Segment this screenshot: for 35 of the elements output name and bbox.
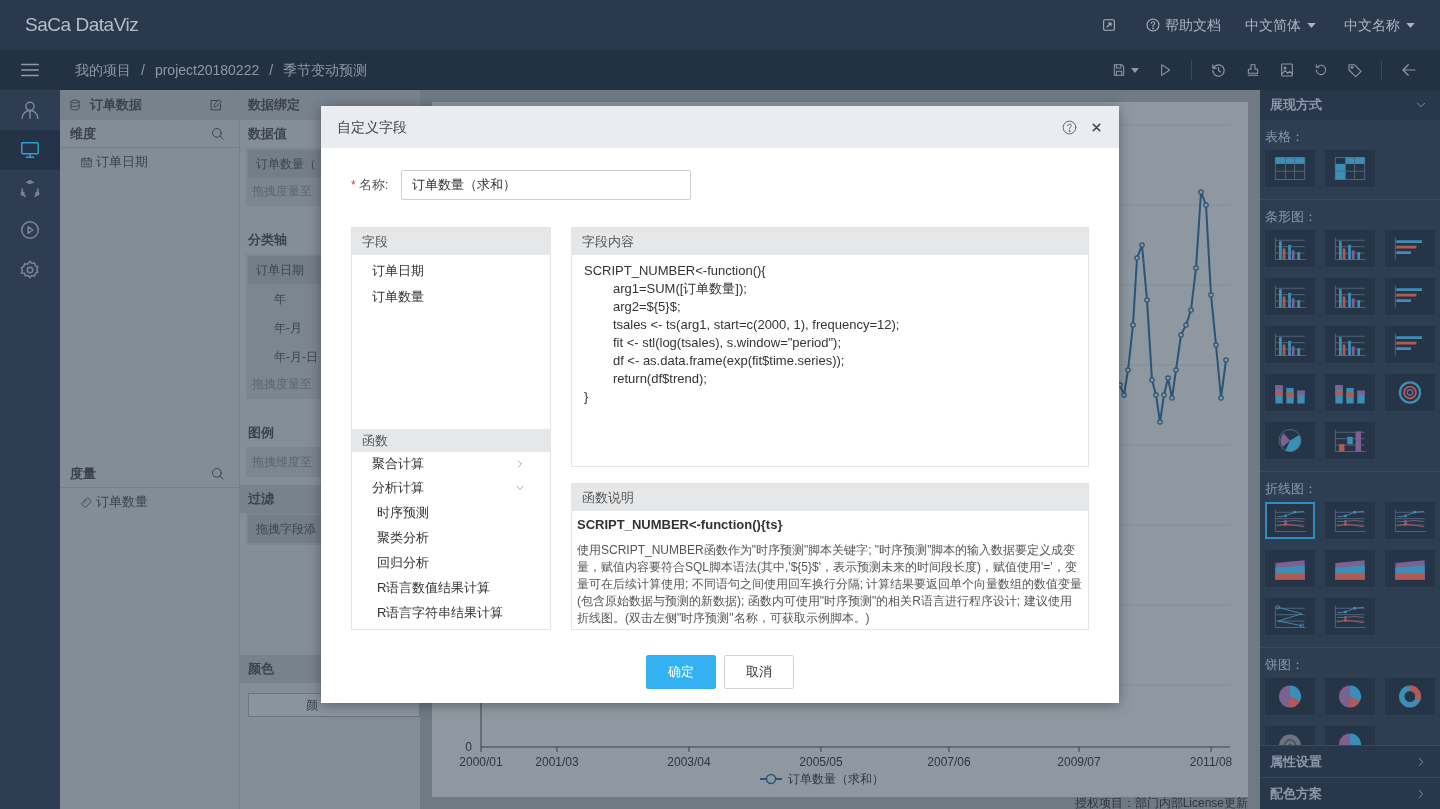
panel-title: 展现方式 [1270, 96, 1322, 115]
group-label: 表格： [1265, 128, 1304, 147]
app-logo: SaCa DataViz [25, 12, 139, 37]
dialog-title: 自定义字段 [337, 117, 407, 137]
axis-label: 2000/01 [459, 755, 503, 769]
section-label: 过滤 [248, 490, 274, 509]
group-label: 饼图： [1265, 656, 1304, 675]
section-label: 数据值 [248, 125, 287, 144]
field-label: 名称: [358, 176, 389, 195]
axis-label: 2005/05 [799, 755, 843, 769]
required-mark: * [351, 177, 356, 194]
box-title: 函数说明 [582, 488, 634, 507]
section-label: 分类轴 [248, 231, 287, 250]
breadcrumb-separator: / [141, 60, 145, 80]
section-label: 度量 [70, 464, 96, 483]
function-signature: SCRIPT_NUMBER<-function(){ts} [577, 516, 784, 534]
group-label: 条形图： [1265, 208, 1317, 227]
panel-title: 订单数据 [90, 96, 142, 115]
group-label: 折线图： [1265, 480, 1317, 499]
panel-title: 数据绑定 [248, 96, 300, 115]
breadcrumb-separator: / [269, 60, 274, 80]
axis-label: 2009/07 [1057, 755, 1101, 769]
section-label: 图例 [248, 424, 274, 443]
box-title: 字段内容 [582, 232, 634, 251]
axis-label: 2011/08 [1189, 755, 1233, 769]
axis-label: 2007/06 [927, 755, 971, 769]
box-title: 字段 [362, 232, 388, 251]
axis-label: 0 [465, 740, 472, 754]
license-text: 授权项目：部门内部License更新 [1074, 797, 1248, 809]
description-text: 使用SCRIPT_NUMBER函数作为"时序预测"脚本关键字; "时序预测"脚本的输入数据要定义成变量，赋值内容要符合SQL脚本语法(其中,'${5}$'，表示预测未来的时间段长度)，赋值使用'='，变量可在后续计算使用; 不同语句之间使用回车换行分隔; 计算结果要返回单个向量数组的数值变量(包含原始数据与预测的新数据); 函数内可使用"时序预测"的相关R语言进行程序设计; 建议使用折线图。(双击左侧"时序预测"名称，可获取示例脚本。) [577, 542, 1083, 627]
box-title: 函数 [362, 431, 388, 450]
section-label: 维度 [70, 124, 96, 143]
axis-label: 2003/04 [667, 755, 711, 769]
section-label: 颜色 [248, 660, 274, 679]
axis-label: 2001/03 [535, 755, 579, 769]
